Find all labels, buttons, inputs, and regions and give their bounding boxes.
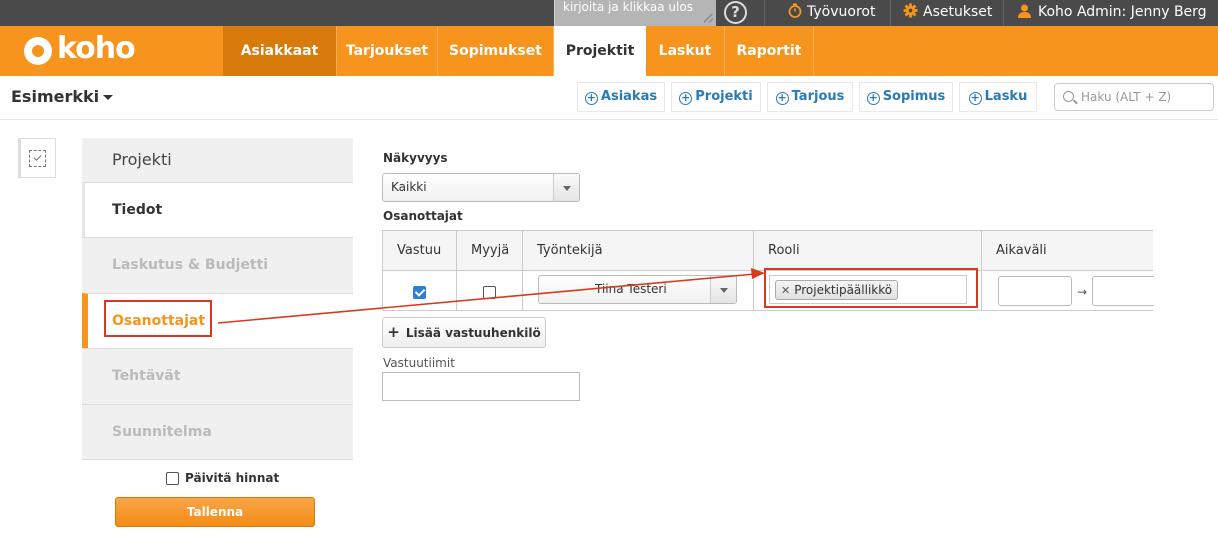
dropdown-arrow-icon (553, 174, 579, 201)
shifts-label: Työvuorot (807, 4, 876, 20)
quick-add-label: Asiakas (600, 89, 658, 104)
panel-item-laskutus[interactable]: Laskutus & Budjetti (82, 237, 353, 292)
user-label: Koho Admin: Jenny Berg (1038, 4, 1207, 20)
quick-add-label: Tarjous (791, 89, 845, 104)
quick-add-label: Sopimus (882, 89, 946, 104)
cell-vastuu (383, 271, 457, 310)
edit-mode-button[interactable] (18, 138, 56, 178)
top-divider (764, 0, 765, 26)
col-header-tyontekija: Työntekijä (523, 231, 754, 271)
quick-notes-input[interactable]: kirjoita ja klikkaa ulos (554, 0, 716, 26)
plus-circle-icon: + (584, 91, 598, 105)
plus-circle-icon: + (679, 91, 693, 105)
teams-label: Vastuutiimit (383, 356, 455, 370)
tab-raportit[interactable]: Raportit (725, 26, 814, 76)
dropdown-arrow-icon (710, 276, 736, 303)
cell-myyja (457, 271, 523, 310)
tab-sopimukset[interactable]: Sopimukset (438, 26, 554, 76)
annotation-box-rooli (764, 268, 978, 308)
panel-item-tiedot[interactable]: Tiedot (82, 182, 353, 237)
logo-mark-icon (24, 37, 52, 65)
panel-item-suunnitelma[interactable]: Suunnitelma (82, 404, 353, 460)
top-divider (890, 0, 891, 26)
quick-add-tarjous-button[interactable]: + Tarjous (767, 82, 853, 112)
help-icon[interactable]: ? (724, 1, 747, 24)
user-icon (1018, 4, 1031, 18)
tab-asiakkaat[interactable]: Asiakkaat (223, 26, 337, 76)
edit-checkbox-icon (29, 150, 46, 167)
quick-add-asiakas-button[interactable]: + Asiakas (577, 82, 665, 112)
company-selector[interactable]: Esimerkki (11, 87, 114, 106)
quick-add-sopimus-button[interactable]: + Sopimus (859, 82, 953, 112)
quick-add-projekti-button[interactable]: + Projekti (671, 82, 761, 112)
quick-add-label: Lasku (984, 89, 1028, 104)
shifts-link[interactable]: Työvuorot (788, 0, 875, 26)
start-date-input[interactable] (998, 276, 1072, 306)
participants-label: Osanottajat (383, 209, 463, 223)
top-divider (1003, 0, 1004, 26)
plus-circle-icon: + (775, 91, 789, 105)
add-responsible-label: Lisää vastuuhenkilö (405, 326, 541, 340)
save-button[interactable]: Tallenna (115, 497, 315, 527)
responsible-checkbox[interactable] (413, 286, 426, 299)
settings-label: Asetukset (923, 4, 993, 20)
tab-tarjoukset[interactable]: Tarjoukset (337, 26, 438, 76)
search-placeholder: Haku (ALT + Z) (1081, 90, 1172, 104)
col-header-vastuu: Vastuu (383, 231, 457, 271)
quick-add-lasku-button[interactable]: + Lasku (959, 82, 1037, 112)
panel-title: Projekti (82, 138, 353, 182)
tab-laskut[interactable]: Laskut (646, 26, 725, 76)
settings-link[interactable]: Asetukset (903, 0, 992, 26)
seller-checkbox[interactable] (483, 286, 496, 299)
quick-add-label: Projekti (695, 89, 753, 104)
plus-circle-icon: + (968, 91, 982, 105)
employee-select[interactable]: Tiina Testeri (538, 275, 737, 304)
resize-grip-icon[interactable] (704, 14, 713, 23)
visibility-label: Näkyvyys (383, 151, 448, 165)
checkbox-icon (166, 472, 179, 485)
visibility-select[interactable]: Kaikki (382, 173, 580, 202)
range-arrow: → (1077, 285, 1088, 299)
tab-projektit[interactable]: Projektit (554, 26, 646, 76)
annotation-box-osanottajat (104, 300, 212, 337)
logo-text: koho (57, 31, 136, 66)
add-responsible-button[interactable]: + Lisää vastuuhenkilö (382, 317, 546, 348)
col-header-aikavali: Aikaväli (982, 231, 1153, 271)
caret-down-icon (103, 95, 114, 100)
end-date-input[interactable] (1092, 276, 1154, 306)
search-input[interactable]: Haku (ALT + Z) (1054, 83, 1214, 111)
plus-icon: + (387, 323, 400, 341)
teams-input[interactable] (382, 372, 580, 401)
update-prices-checkbox[interactable]: Päivitä hinnat (166, 471, 279, 485)
visibility-value: Kaikki (391, 180, 427, 194)
plus-circle-icon: + (866, 91, 880, 105)
gear-icon (903, 3, 918, 18)
col-header-rooli: Rooli (754, 231, 982, 271)
search-icon (1063, 91, 1074, 102)
update-prices-label: Päivitä hinnat (185, 471, 280, 485)
notes-placeholder: kirjoita ja klikkaa ulos (563, 0, 693, 14)
employee-value: Tiina Testeri (595, 282, 667, 296)
stopwatch-icon (788, 3, 802, 18)
user-menu[interactable]: Koho Admin: Jenny Berg (1018, 0, 1207, 26)
col-header-myyja: Myyjä (457, 231, 523, 271)
panel-item-tehtavat[interactable]: Tehtävät (82, 348, 353, 403)
company-name: Esimerkki (11, 87, 100, 106)
